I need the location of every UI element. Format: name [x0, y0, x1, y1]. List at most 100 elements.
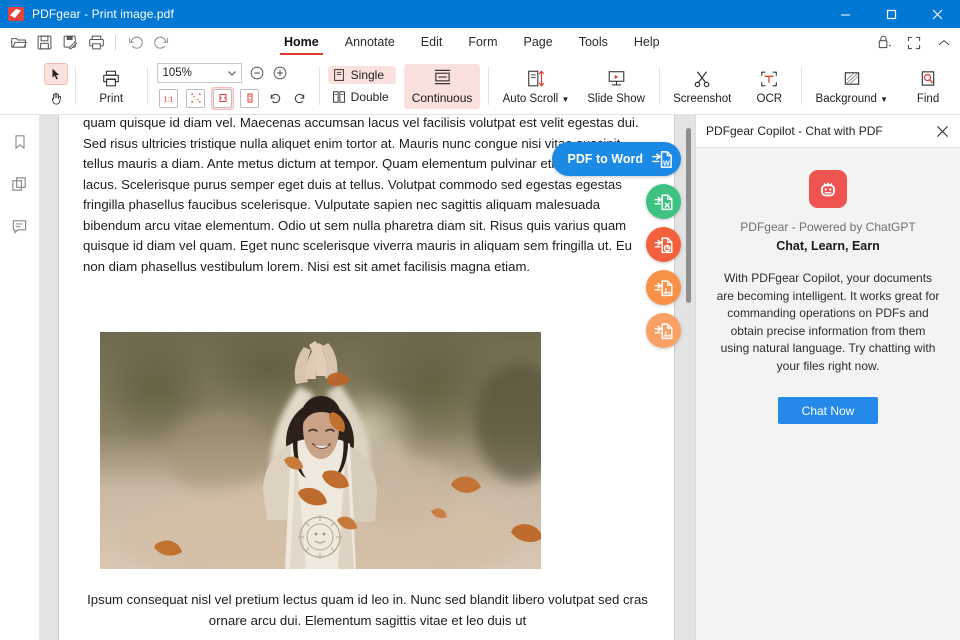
image-doc-icon [654, 322, 673, 339]
ocr-button[interactable]: OCR [745, 66, 793, 107]
undo-icon[interactable] [123, 31, 147, 55]
double-page-icon [332, 91, 345, 103]
pdf-to-excel-button[interactable] [646, 184, 681, 219]
menu-tab-tools[interactable]: Tools [566, 31, 621, 54]
workspace: quam quisque id diam vel. Maecenas accum… [0, 115, 960, 640]
scissors-icon [691, 68, 713, 90]
chat-now-button[interactable]: Chat Now [778, 397, 878, 424]
auto-scroll-button[interactable]: Auto Scroll ▼ [497, 66, 576, 107]
print-label: Print [99, 92, 124, 105]
rotate-right-button[interactable] [265, 89, 285, 108]
minimize-button[interactable] [822, 0, 868, 28]
continuous-page-button[interactable]: Continuous [403, 63, 481, 109]
close-button[interactable] [914, 0, 960, 28]
background-label: Background ▼ [815, 92, 889, 105]
menu-tab-form[interactable]: Form [455, 31, 510, 54]
pdfgear-logo-icon [8, 7, 24, 21]
find-button[interactable]: Find [904, 66, 952, 107]
folder-open-icon[interactable] [6, 31, 30, 55]
menu-right-actions [875, 34, 952, 51]
find-label: Find [916, 92, 940, 105]
ribbon-group-tools [0, 58, 75, 115]
slide-show-label: Slide Show [587, 92, 645, 105]
maximize-button[interactable] [868, 0, 914, 28]
redo-icon[interactable] [149, 31, 173, 55]
menu-tab-page[interactable]: Page [511, 31, 566, 54]
ribbon-group-misc: Background ▼ Find [802, 58, 960, 115]
menu-tab-edit[interactable]: Edit [408, 31, 456, 54]
fit-width-button[interactable] [211, 86, 235, 110]
ribbon-toolbar: Print 105% 1:1 Single Double Continuous … [0, 58, 960, 115]
main-menu: Home Annotate Edit Form Page Tools Help [271, 31, 673, 55]
close-icon[interactable] [931, 120, 953, 142]
menu-tab-home[interactable]: Home [271, 31, 332, 55]
fit-visible-button[interactable] [238, 87, 261, 110]
single-page-icon [333, 69, 344, 81]
pdf-to-ppt-button[interactable] [646, 227, 681, 262]
fit-page-icon [186, 88, 206, 108]
actual-size-icon: 1:1 [159, 88, 179, 108]
continuous-page-label: Continuous [411, 90, 473, 105]
ribbon-group-view: Auto Scroll ▼ Slide Show [489, 58, 659, 115]
menu-tab-annotate[interactable]: Annotate [332, 31, 408, 54]
share-upload-icon[interactable] [875, 34, 892, 51]
menu-bar: Home Annotate Edit Form Page Tools Help [0, 28, 960, 58]
pdfgear-window: PDFgear - Print image.pdf Home Annotate … [0, 0, 960, 640]
conversion-shortcuts: PDF to Word W [551, 142, 681, 348]
pdf-to-image-button-2[interactable] [646, 313, 681, 348]
title-bar: PDFgear - Print image.pdf [0, 0, 960, 28]
menu-tab-help[interactable]: Help [621, 31, 673, 54]
zoom-in-button[interactable] [271, 64, 288, 81]
background-icon [842, 68, 862, 90]
double-page-label: Double [350, 90, 389, 104]
comment-icon[interactable] [7, 213, 33, 239]
fit-actual-size-button[interactable]: 1:1 [157, 87, 180, 110]
pdf-to-word-button[interactable]: PDF to Word W [551, 142, 681, 176]
svg-text:1:1: 1:1 [164, 94, 174, 103]
screenshot-label: Screenshot [673, 92, 732, 105]
zoom-level-select[interactable]: 105% [157, 62, 243, 83]
ribbon-group-layout: Single Double Continuous [320, 58, 489, 115]
copilot-bot-icon [809, 170, 847, 208]
vertical-scrollbar[interactable] [686, 128, 691, 303]
zoom-level-value: 105% [162, 66, 192, 79]
slide-show-button[interactable]: Slide Show [581, 66, 651, 107]
save-edit-icon[interactable] [58, 31, 82, 55]
window-title: PDFgear - Print image.pdf [32, 7, 174, 21]
zoom-out-button[interactable] [248, 64, 265, 81]
save-icon[interactable] [32, 31, 56, 55]
pdf-to-word-label: PDF to Word [567, 152, 643, 166]
ribbon-group-capture: Screenshot OCR [659, 58, 801, 115]
screenshot-button[interactable]: Screenshot [667, 66, 737, 107]
fullscreen-icon[interactable] [906, 35, 922, 51]
print-button[interactable]: Print [87, 66, 135, 107]
pages-copy-icon[interactable] [7, 171, 33, 197]
quick-access-toolbar [0, 31, 173, 55]
caret-down-icon: ▼ [880, 94, 889, 104]
find-search-icon [918, 68, 938, 90]
hand-icon[interactable] [44, 88, 68, 110]
double-page-button[interactable]: Double [328, 88, 396, 106]
copilot-slogan: Chat, Learn, Earn [776, 239, 880, 253]
fit-visible-icon [240, 88, 260, 108]
single-page-button[interactable]: Single [327, 66, 396, 84]
ocr-icon [758, 68, 780, 90]
fit-page-button[interactable] [184, 87, 207, 110]
pdf-viewer[interactable]: quam quisque id diam vel. Maecenas accum… [40, 115, 695, 640]
rotate-left-button[interactable] [289, 89, 309, 108]
document-paragraph-bottom: Ipsum consequat nisl vel pretium lectus … [87, 592, 648, 628]
background-button[interactable]: Background ▼ [810, 66, 895, 107]
toolbar-divider [115, 35, 116, 50]
printer-icon[interactable] [84, 31, 108, 55]
ppt-doc-icon [654, 236, 673, 253]
pdf-to-image-button[interactable] [646, 270, 681, 305]
continuous-page-icon [434, 69, 450, 84]
chevron-up-icon[interactable] [936, 35, 952, 51]
image-doc-icon [654, 279, 673, 296]
copilot-body: PDFgear - Powered by ChatGPT Chat, Learn… [696, 148, 960, 424]
printer-icon [101, 68, 121, 90]
word-doc-icon: W [652, 150, 672, 168]
auto-scroll-label: Auto Scroll ▼ [502, 92, 570, 105]
bookmark-icon[interactable] [7, 129, 33, 155]
cursor-arrow-icon[interactable] [44, 62, 68, 85]
